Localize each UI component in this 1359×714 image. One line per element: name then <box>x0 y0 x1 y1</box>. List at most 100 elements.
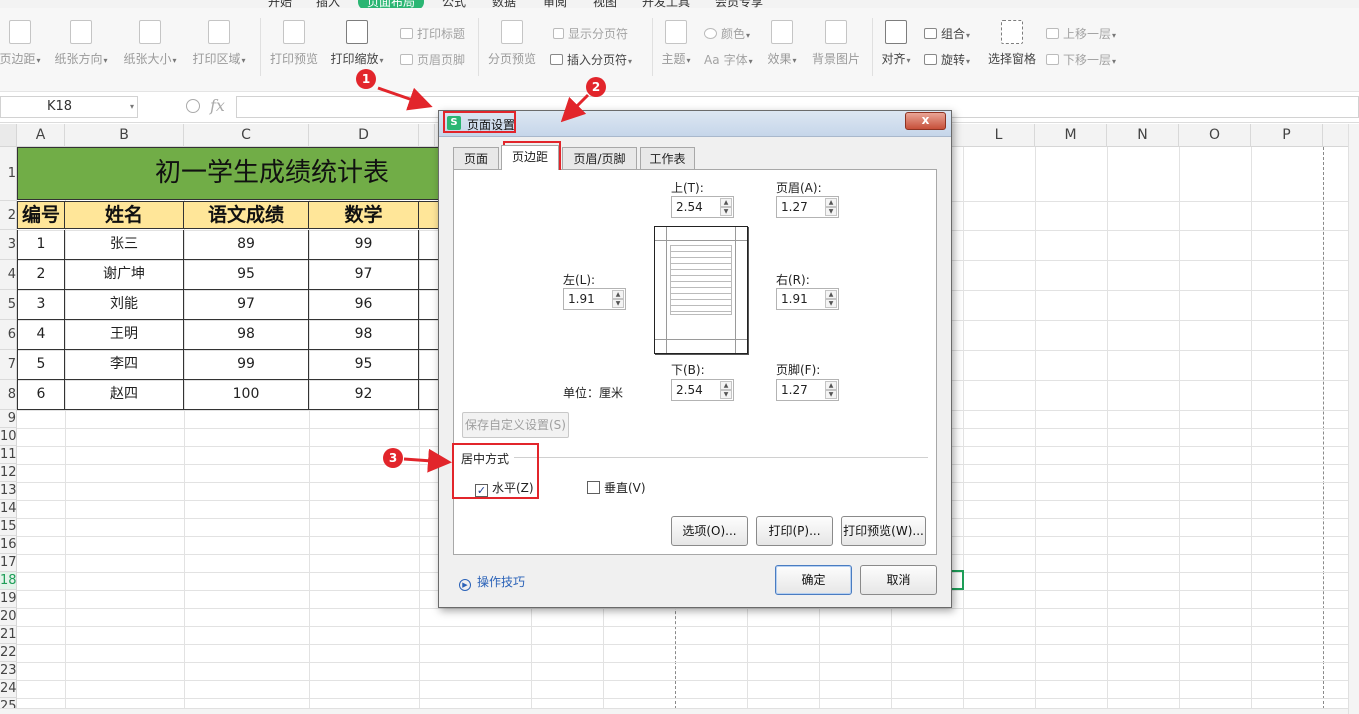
column-header-o[interactable]: O <box>1179 124 1251 147</box>
chevron-down-icon[interactable]: ▾ <box>130 102 134 111</box>
tab-sheet[interactable]: 工作表 <box>640 147 695 170</box>
table-cell[interactable]: 95 <box>309 350 419 380</box>
show-page-breaks-checkbox[interactable]: 显示分页符 <box>553 25 628 42</box>
table-cell[interactable]: 97 <box>309 260 419 290</box>
table-cell[interactable]: 97 <box>184 290 309 320</box>
row-header[interactable]: 13 <box>0 482 17 500</box>
print-preview-dialog-button[interactable]: 打印预览(W)... <box>841 516 926 546</box>
margins-button[interactable]: 页边距▾ <box>0 20 42 67</box>
fonts-button[interactable]: Aa 字体▾ <box>704 51 753 68</box>
paper-size-button[interactable]: 纸张大小▾ <box>121 20 179 67</box>
header-cell-chinese[interactable]: 语文成绩 <box>184 201 309 229</box>
spin-down-icon[interactable]: ▼ <box>720 207 732 216</box>
name-box[interactable]: K18 ▾ <box>0 96 138 118</box>
page-break-preview-button[interactable]: 分页预览 <box>486 20 538 67</box>
vertical-center-checkbox[interactable]: 垂直(V) <box>587 479 646 496</box>
row-header[interactable]: 6 <box>0 320 17 350</box>
row-header[interactable]: 2 <box>0 201 17 230</box>
spin-down-icon[interactable]: ▼ <box>720 390 732 399</box>
spin-up-icon[interactable]: ▲ <box>720 198 732 207</box>
row-header[interactable]: 11 <box>0 446 17 464</box>
spin-down-icon[interactable]: ▼ <box>612 299 624 308</box>
row-header[interactable]: 1 <box>0 147 17 201</box>
column-header-n[interactable]: N <box>1107 124 1179 147</box>
rotate-button[interactable]: 旋转▾ <box>924 51 970 68</box>
row-header[interactable]: 5 <box>0 290 17 320</box>
top-margin-input[interactable]: 2.54 ▲ ▼ <box>671 196 734 218</box>
tab-page-layout[interactable]: 页面布局 <box>358 0 425 8</box>
tab-margins[interactable]: 页边距 <box>501 145 559 170</box>
group-button[interactable]: 组合▾ <box>924 25 970 42</box>
tab-data[interactable]: 数据 <box>492 0 516 8</box>
table-cell[interactable]: 张三 <box>65 230 184 260</box>
bring-forward-button[interactable]: 上移一层▾ <box>1046 25 1116 42</box>
align-button[interactable]: 对齐▾ <box>878 20 914 67</box>
column-header-e[interactable] <box>419 124 435 147</box>
column-header-l[interactable]: L <box>963 124 1035 147</box>
row-header[interactable]: 23 <box>0 662 17 680</box>
column-header-b[interactable]: B <box>65 124 184 147</box>
table-cell[interactable]: 98 <box>184 320 309 350</box>
row-header[interactable]: 17 <box>0 554 17 572</box>
print-button[interactable]: 打印(P)... <box>756 516 833 546</box>
save-custom-settings-button[interactable]: 保存自定义设置(S) <box>462 412 569 438</box>
spin-down-icon[interactable]: ▼ <box>825 299 837 308</box>
table-cell[interactable]: 5 <box>17 350 65 380</box>
table-cell[interactable]: 99 <box>184 350 309 380</box>
table-title[interactable]: 初一学生成绩统计表 <box>17 147 447 200</box>
header-margin-input[interactable]: 1.27 ▲ ▼ <box>776 196 839 218</box>
header-cell-id[interactable]: 编号 <box>17 201 65 229</box>
row-header[interactable]: 16 <box>0 536 17 554</box>
table-cell[interactable]: 赵四 <box>65 380 184 410</box>
table-cell[interactable]: 刘能 <box>65 290 184 320</box>
table-cell[interactable]: 100 <box>184 380 309 410</box>
row-header[interactable]: 7 <box>0 350 17 380</box>
row-header[interactable]: 20 <box>0 608 17 626</box>
column-header-p[interactable]: P <box>1251 124 1323 147</box>
print-scale-button[interactable]: 打印缩放▾ <box>328 20 386 67</box>
row-header[interactable]: 10 <box>0 428 17 446</box>
close-button[interactable]: x <box>905 112 946 130</box>
table-cell[interactable]: 4 <box>17 320 65 350</box>
header-footer-button[interactable]: 页眉页脚 <box>400 51 465 68</box>
row-header[interactable]: 9 <box>0 410 17 428</box>
footer-margin-input[interactable]: 1.27 ▲ ▼ <box>776 379 839 401</box>
zoom-icon[interactable] <box>186 99 200 113</box>
row-header[interactable]: 8 <box>0 380 17 410</box>
spin-up-icon[interactable]: ▲ <box>825 381 837 390</box>
tab-developer[interactable]: 开发工具 <box>642 0 690 8</box>
table-cell[interactable]: 2 <box>17 260 65 290</box>
spin-up-icon[interactable]: ▲ <box>720 381 732 390</box>
row-header[interactable]: 24 <box>0 680 17 698</box>
colors-button[interactable]: 颜色▾ <box>704 25 750 42</box>
table-cell[interactable]: 1 <box>17 230 65 260</box>
spin-down-icon[interactable]: ▼ <box>825 390 837 399</box>
bottom-margin-input[interactable]: 2.54 ▲ ▼ <box>671 379 734 401</box>
tab-home[interactable]: 开始 <box>268 0 292 8</box>
table-cell[interactable]: 谢广坤 <box>65 260 184 290</box>
tab-view[interactable]: 视图 <box>593 0 617 8</box>
selection-pane-button[interactable]: 选择窗格 <box>986 20 1038 67</box>
table-cell[interactable]: 98 <box>309 320 419 350</box>
tab-header-footer[interactable]: 页眉/页脚 <box>562 147 637 170</box>
row-header[interactable]: 15 <box>0 518 17 536</box>
row-header[interactable]: 19 <box>0 590 17 608</box>
operation-tips-link[interactable]: ▶ 操作技巧 <box>459 573 525 591</box>
cancel-button[interactable]: 取消 <box>860 565 937 595</box>
ok-button[interactable]: 确定 <box>775 565 852 595</box>
spin-up-icon[interactable]: ▲ <box>825 290 837 299</box>
row-header[interactable]: 22 <box>0 644 17 662</box>
column-header-a[interactable]: A <box>17 124 65 147</box>
left-margin-input[interactable]: 1.91 ▲ ▼ <box>563 288 626 310</box>
horizontal-scrollbar[interactable] <box>0 708 1348 714</box>
table-cell[interactable]: 89 <box>184 230 309 260</box>
fx-icon[interactable]: fx <box>210 96 225 115</box>
tab-insert[interactable]: 插入 <box>316 0 340 8</box>
tab-review[interactable]: 审阅 <box>543 0 567 8</box>
insert-page-break-button[interactable]: 插入分页符▾ <box>550 51 632 68</box>
background-image-button[interactable]: 背景图片 <box>810 20 862 67</box>
column-header-d[interactable]: D <box>309 124 419 147</box>
effects-button[interactable]: 效果▾ <box>764 20 800 67</box>
table-cell[interactable]: 99 <box>309 230 419 260</box>
row-header-selected[interactable]: 18 <box>0 572 17 590</box>
